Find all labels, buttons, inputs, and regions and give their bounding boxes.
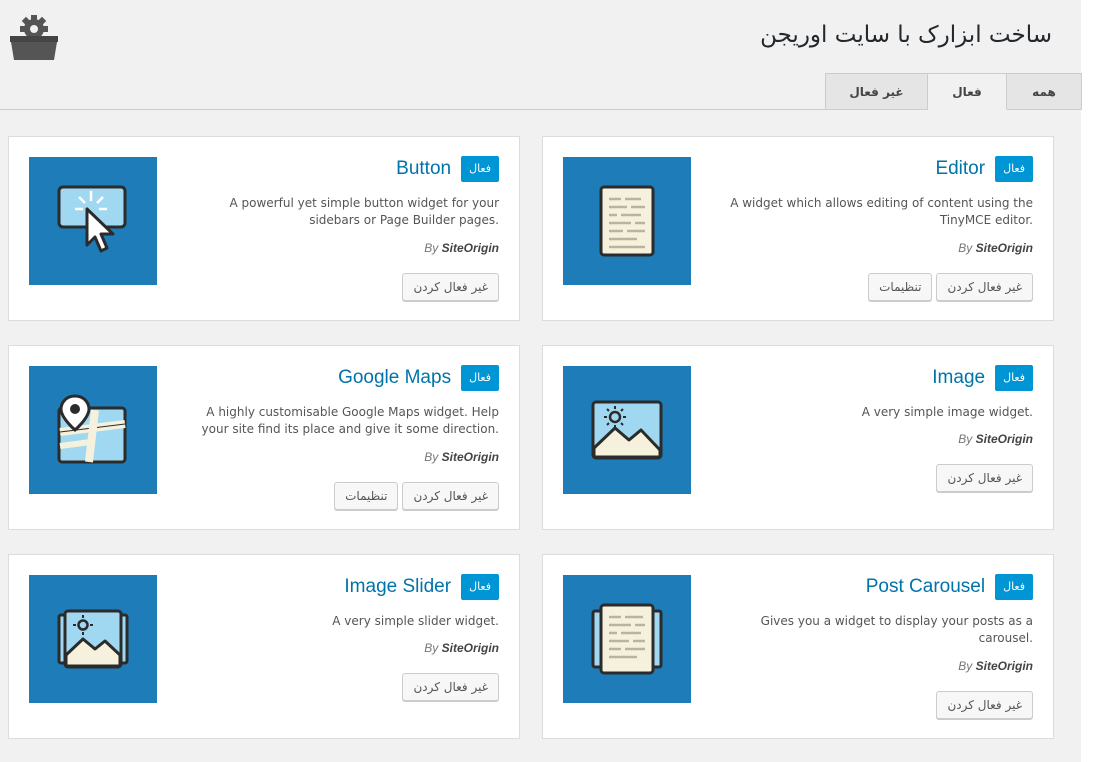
widget-description: A very simple image widget. [861,405,1033,419]
widget-author: By SiteOrigin [958,241,1033,255]
map-pin-icon [29,366,157,494]
settings-button[interactable]: تنظیمات [868,273,933,301]
settings-button[interactable]: تنظیمات [334,482,399,510]
widget-title[interactable]: Post Carousel [866,576,985,598]
post-carousel-icon [563,575,691,703]
deactivate-button[interactable]: غیر فعال کردن [402,673,499,701]
toolbox-gear-icon [10,15,58,60]
widget-description: A highly customisable Google Maps widget… [201,405,499,436]
widget-card-post-carousel: Post Carousel فعال Gives you a widget to… [542,554,1054,739]
button-click-icon [29,157,157,285]
image-icon [563,366,691,494]
widget-description: A powerful yet simple button widget for … [229,196,500,227]
status-badge: فعال [995,156,1033,182]
widget-card-button: Button فعال A powerful yet simple button… [8,136,520,321]
widget-title[interactable]: Google Maps [338,367,451,389]
widget-card-google-maps: Google Maps فعال A highly customisable G… [8,345,520,530]
widget-card-editor: Editor فعال A widget which allows editin… [542,136,1054,321]
widget-description: A very simple slider widget. [332,614,499,628]
status-badge: فعال [995,574,1033,600]
widget-author: By SiteOrigin [424,450,499,464]
widget-title[interactable]: Image [932,367,985,389]
widget-card-image-slider: Image Slider فعال A very simple slider w… [8,554,520,739]
widget-author: By SiteOrigin [958,432,1033,446]
widget-description: Gives you a widget to display your posts… [760,614,1033,645]
status-badge: فعال [461,156,499,182]
deactivate-button[interactable]: غیر فعال کردن [402,273,499,301]
deactivate-button[interactable]: غیر فعال کردن [936,464,1033,492]
deactivate-button[interactable]: غیر فعال کردن [402,482,499,510]
tab-inactive[interactable]: غیر فعال [825,73,928,110]
tab-all[interactable]: همه [1006,73,1082,110]
widget-author: By SiteOrigin [958,659,1033,673]
tab-active[interactable]: فعال [927,73,1007,110]
widget-description: A widget which allows editing of content… [730,196,1033,227]
widget-title[interactable]: Image Slider [344,576,451,598]
widget-author: By SiteOrigin [424,641,499,655]
image-slider-icon [29,575,157,703]
widget-card-image: Image فعال A very simple image widget. B… [542,345,1054,530]
deactivate-button[interactable]: غیر فعال کردن [936,691,1033,719]
editor-document-icon [563,157,691,285]
scrollbar-track [1081,0,1098,762]
status-badge: فعال [995,365,1033,391]
deactivate-button[interactable]: غیر فعال کردن [936,273,1033,301]
status-badge: فعال [461,365,499,391]
widget-author: By SiteOrigin [424,241,499,255]
widget-title[interactable]: Editor [935,158,985,180]
widget-title[interactable]: Button [396,158,451,180]
status-badge: فعال [461,574,499,600]
page-title: ساخت ابزارک با سایت اوریجن [760,22,1052,48]
